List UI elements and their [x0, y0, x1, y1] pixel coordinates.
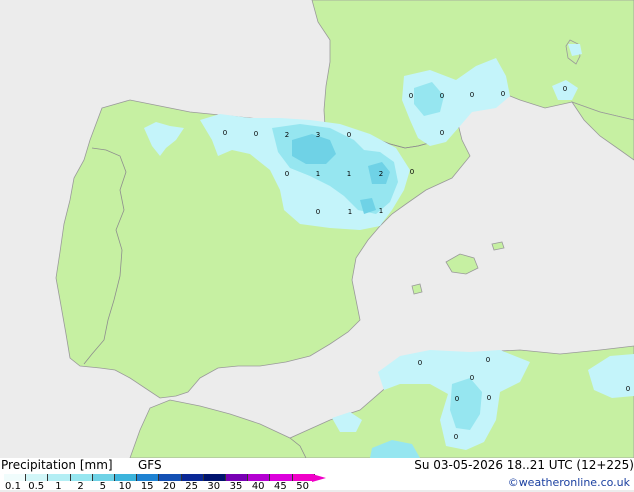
color-scale-tick-label: 30 [207, 481, 221, 492]
grid-point-value: 1 [316, 170, 320, 178]
color-scale-tick-label: 0.5 [28, 481, 45, 492]
color-scale-swatch [248, 474, 271, 481]
weather-map-view: 0 0 2 3 0 0 1 1 2 0 0 1 1 0 0 0 0 0 0 0 … [0, 0, 634, 492]
grid-point-value: 3 [316, 131, 320, 139]
color-scale-tick-label: 35 [229, 481, 243, 492]
grid-point-value: 1 [379, 207, 383, 215]
grid-point-value: 0 [626, 385, 630, 393]
grid-point-value: 0 [223, 129, 227, 137]
valid-datetime: Su 03-05-2026 18..21 UTC (12+225) [414, 458, 634, 472]
color-scale-swatch [181, 474, 204, 481]
grid-point-value: 0 [409, 92, 413, 100]
color-scale-swatch [92, 474, 115, 481]
model-name: GFS [138, 458, 162, 472]
color-scale-swatch [4, 474, 27, 481]
color-scale-tick-label: 2 [77, 481, 84, 492]
grid-point-value: 0 [455, 395, 459, 403]
grid-point-value: 0 [440, 92, 444, 100]
grid-point-value: 0 [454, 433, 458, 441]
color-scale-swatch [159, 474, 182, 481]
grid-point-value: 0 [347, 131, 351, 139]
color-scale-swatch [70, 474, 93, 481]
color-scale-swatch [26, 474, 49, 481]
site-credit[interactable]: ©weatheronline.co.uk [508, 477, 630, 489]
grid-point-value: 0 [410, 168, 414, 176]
color-scale-tick-label: 50 [296, 481, 309, 492]
grid-point-value: 2 [285, 131, 289, 139]
grid-point-value: 0 [316, 208, 320, 216]
ibiza-island [411, 283, 423, 295]
precipitation-map: 0 0 2 3 0 0 1 1 2 0 0 1 1 0 0 0 0 0 0 0 … [0, 0, 634, 458]
color-scale-tick-label: 10 [118, 481, 132, 492]
color-scale-tick-label: 25 [185, 481, 198, 492]
grid-point-value: 1 [347, 170, 351, 178]
color-scale-tick-label: 40 [251, 481, 265, 492]
color-scale-tick-label: 1 [55, 481, 62, 492]
color-scale-tick-label: 20 [163, 481, 176, 492]
color-scale-swatch [226, 474, 249, 481]
grid-point-value: 0 [440, 129, 444, 137]
grid-point-value: 0 [501, 90, 505, 98]
grid-point-value: 0 [470, 374, 474, 382]
color-scale-swatch [48, 474, 71, 481]
grid-point-value: 2 [379, 170, 383, 178]
legend-bar: Precipitation [mm] GFS Su 03-05-2026 18.… [0, 458, 634, 492]
grid-point-value: 0 [563, 85, 567, 93]
color-scale-ticks: 0.1 0.5 1 2 5 10 15 20 25 30 35 40 45 50 [0, 481, 340, 492]
color-scale-tick-label: 45 [274, 481, 287, 492]
grid-point-value: 0 [418, 359, 422, 367]
grid-point-value: 0 [487, 394, 491, 402]
grid-point-value: 0 [285, 170, 289, 178]
grid-point-value: 0 [254, 130, 258, 138]
color-scale-tick-label: 15 [140, 481, 154, 492]
grid-point-value: 0 [486, 356, 490, 364]
color-scale-swatch [203, 474, 226, 481]
grid-point-value: 1 [348, 208, 352, 216]
color-scale-swatch [270, 474, 293, 481]
grid-point-value: 0 [470, 91, 474, 99]
legend-title: Precipitation [mm] [1, 458, 113, 472]
color-scale-swatch [137, 474, 160, 481]
color-scale-tick-label: 0.1 [5, 481, 21, 492]
color-scale-tick-label: 5 [99, 481, 106, 492]
color-scale-swatch [115, 474, 138, 481]
